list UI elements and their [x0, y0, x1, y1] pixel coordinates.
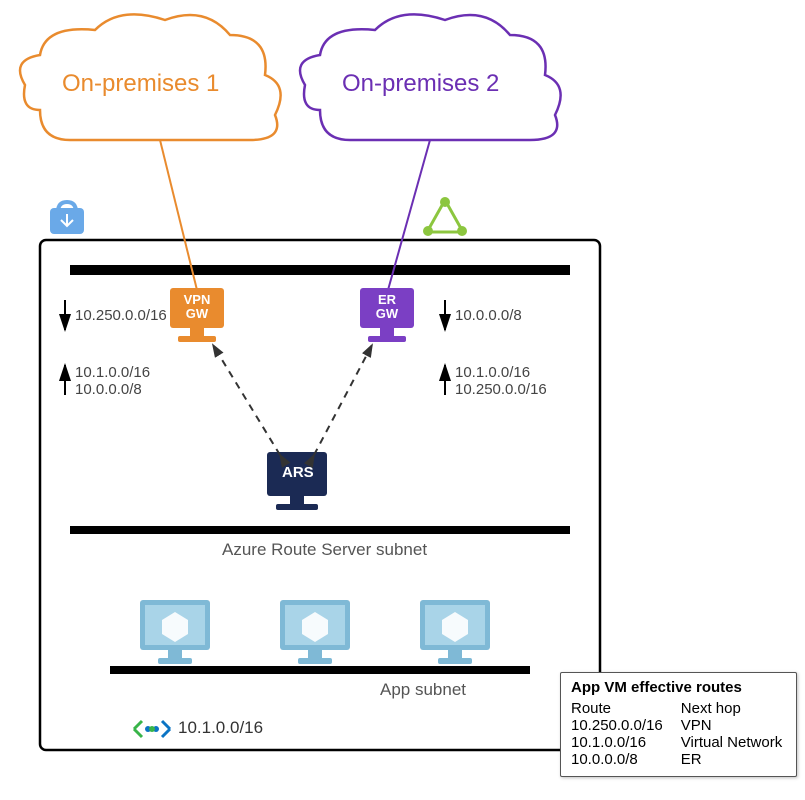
table-row: 10.1.0.0/16Virtual Network: [571, 734, 800, 751]
ars-node: [267, 452, 327, 510]
vpn-gw-label: VPNGW: [178, 293, 216, 322]
route-left-in: 10.250.0.0/16: [75, 307, 167, 324]
table-row: 10.250.0.0/16VPN: [571, 717, 800, 734]
ars-label: ARS: [282, 464, 314, 481]
expressroute-icon: [423, 197, 467, 236]
onprem2-label: On-premises 2: [342, 70, 499, 98]
vm-icon: [420, 600, 490, 664]
bgp-ars-vpn: [213, 345, 280, 455]
route-left-out: 10.1.0.0/1610.0.0.0/8: [75, 364, 150, 399]
col-route: Route: [571, 700, 681, 717]
bgp-ars-er: [314, 345, 372, 455]
effective-routes-box: App VM effective routes Route Next hop 1…: [560, 672, 797, 777]
table-row: 10.0.0.0/8ER: [571, 751, 800, 768]
vpn-lock-icon: [50, 202, 84, 234]
col-nexthop: Next hop: [681, 700, 800, 717]
vm-icon: [280, 600, 350, 664]
er-gw-label: ERGW: [368, 293, 406, 322]
route-right-out: 10.1.0.0/1610.250.0.0/16: [455, 364, 547, 399]
effective-routes-title: App VM effective routes: [571, 679, 786, 696]
onprem1-label: On-premises 1: [62, 70, 219, 98]
ars-subnet-label: Azure Route Server subnet: [222, 540, 427, 560]
app-subnet-label: App subnet: [380, 680, 466, 700]
vnet-peering-icon: [134, 721, 170, 737]
vm-icon: [140, 600, 210, 664]
route-right-in: 10.0.0.0/8: [455, 307, 522, 324]
effective-routes-table: Route Next hop 10.250.0.0/16VPN 10.1.0.0…: [571, 700, 800, 768]
vnet-address: 10.1.0.0/16: [178, 718, 263, 738]
